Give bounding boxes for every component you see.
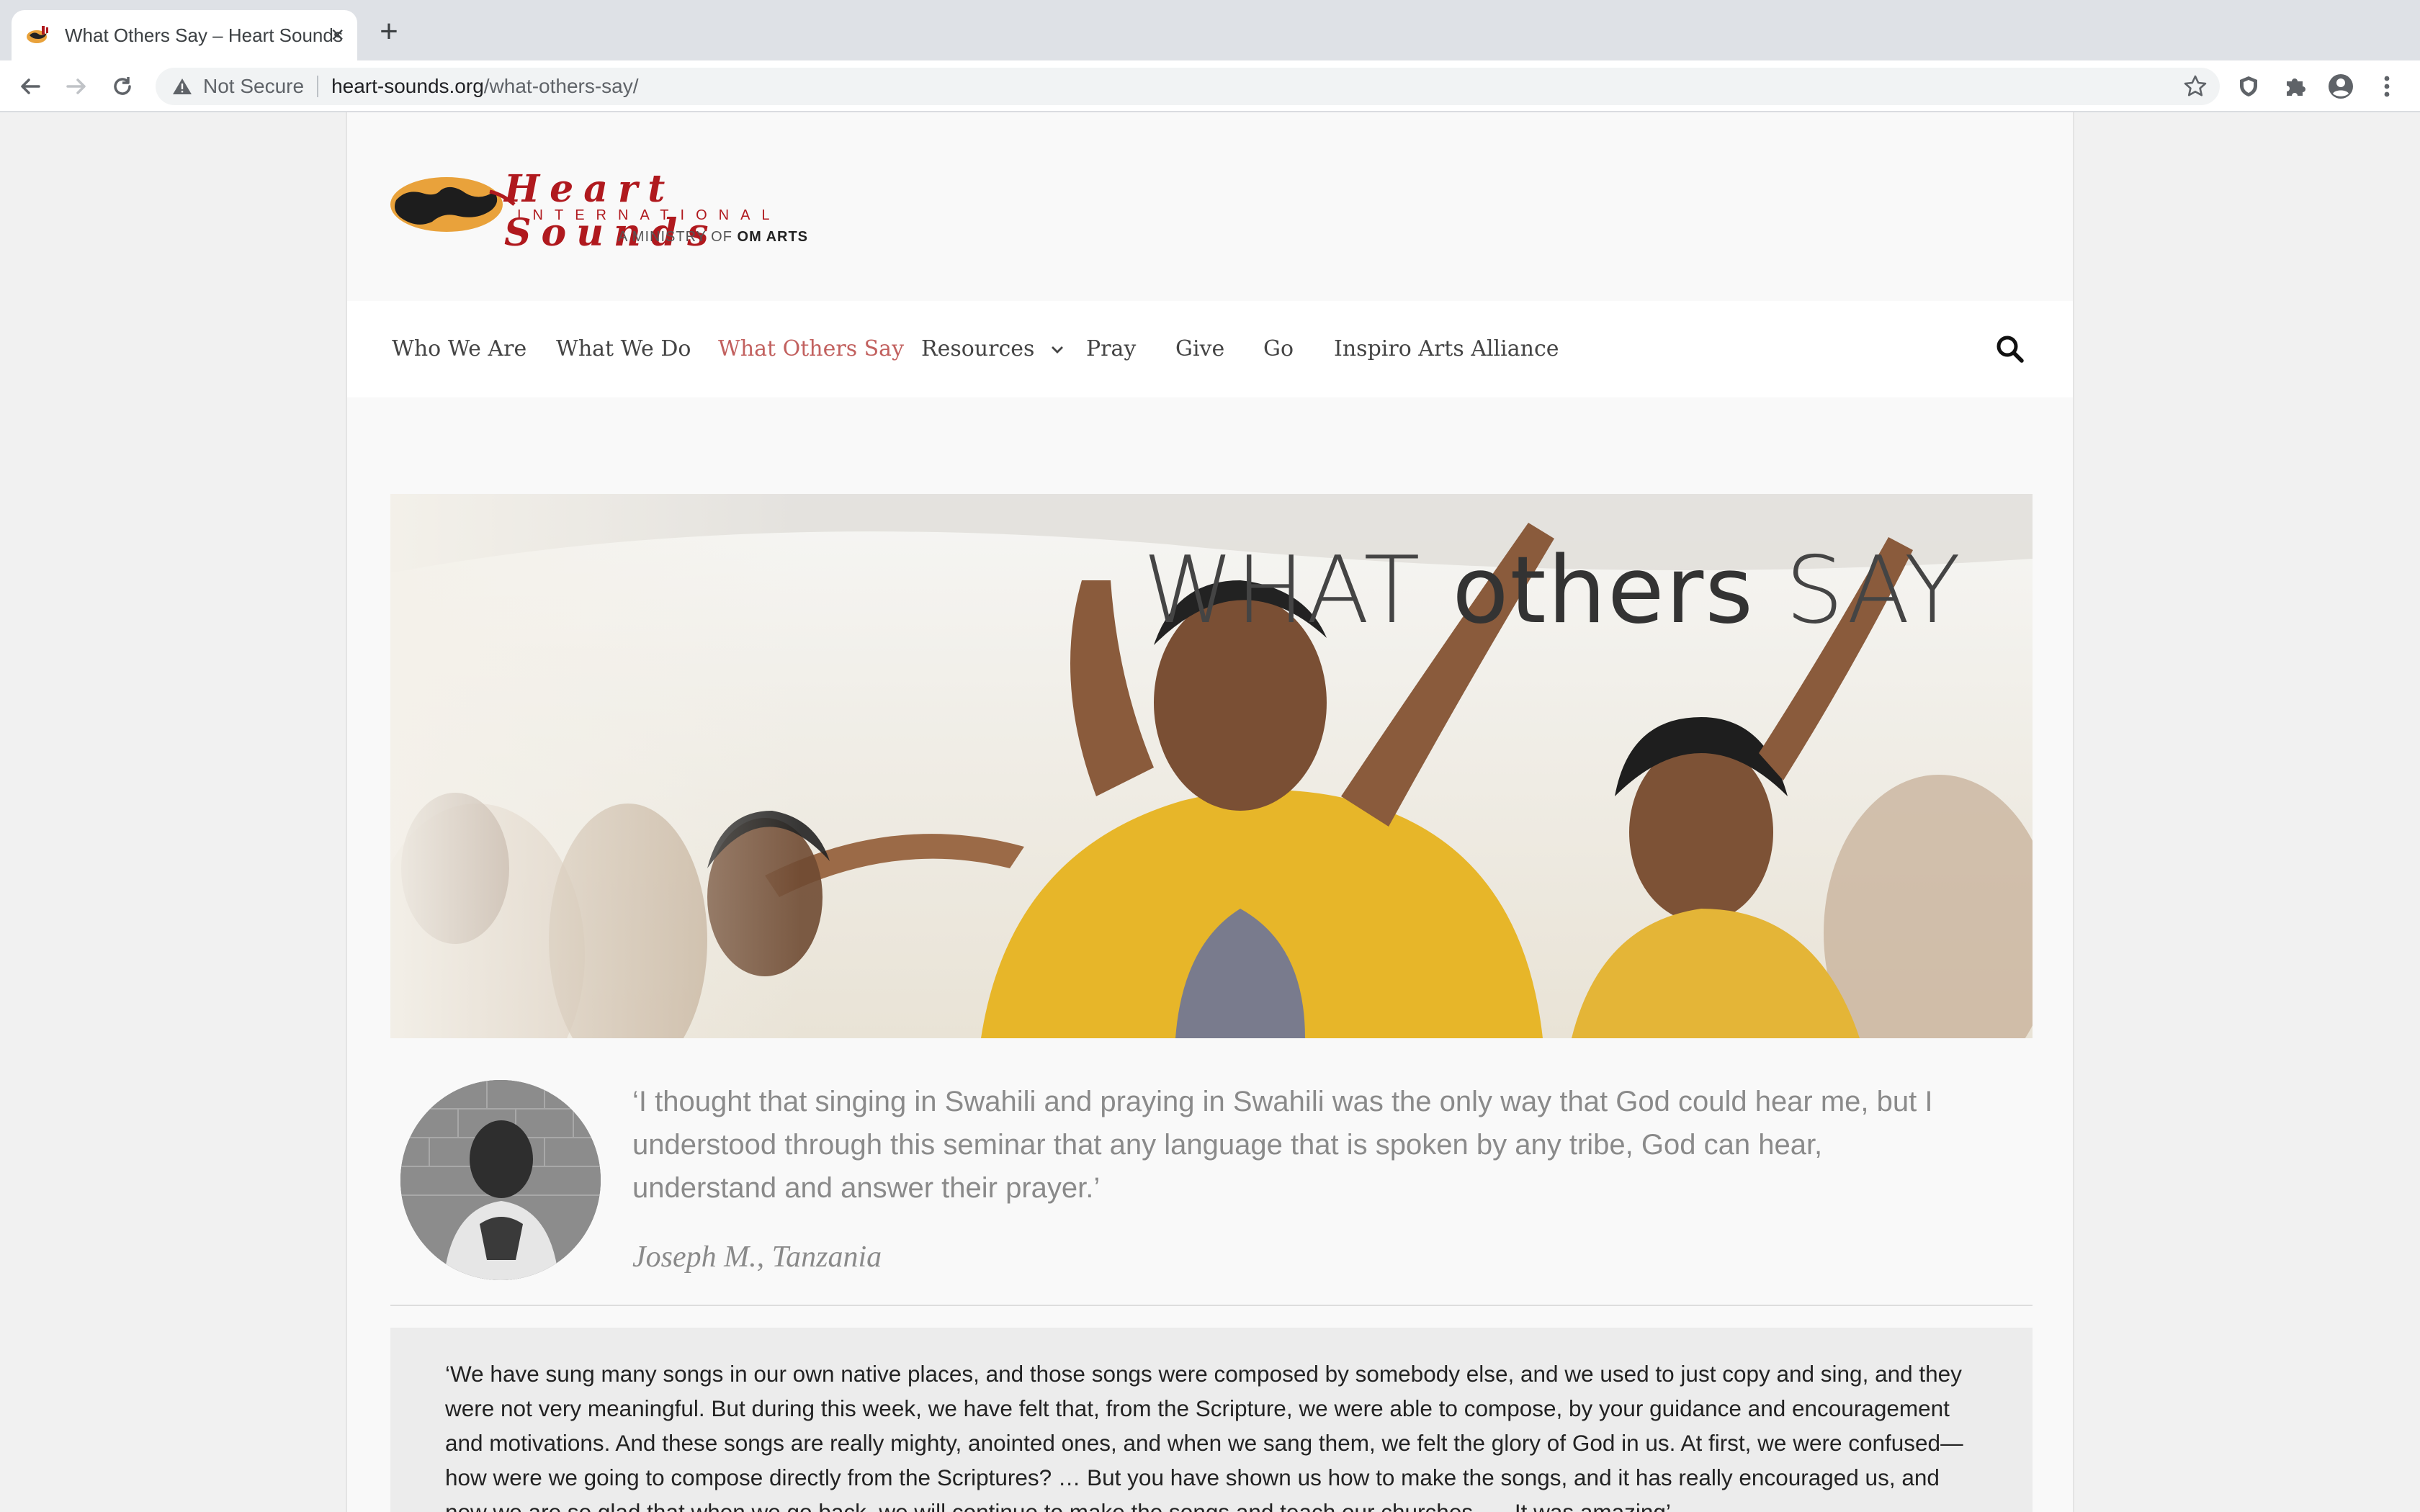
nav-item-what-others-say[interactable]: What Others Say — [718, 301, 904, 397]
search-icon[interactable] — [1995, 334, 2025, 364]
logo-ministry-prefix: A MINISTRY OF — [618, 229, 732, 245]
back-arrow-icon[interactable] — [14, 71, 46, 102]
hero-title-what: WHAT — [1142, 537, 1422, 644]
site-logo[interactable]: Heart Sounds INTERNATIONAL A MINISTRY OF… — [389, 167, 821, 255]
tab-title: What Others Say – Heart Sounds Internati… — [65, 24, 343, 46]
omnibox-separator — [317, 76, 319, 97]
hero-title: WHAT others SAY — [1143, 537, 1962, 644]
bookmark-star-icon[interactable] — [2182, 73, 2208, 99]
site-favicon-icon — [26, 23, 50, 48]
nav-item-pray[interactable]: Pray — [1086, 301, 1136, 397]
portrait-photo — [400, 1080, 601, 1280]
browser-tab-strip: What Others Say – Heart Sounds Internati… — [0, 0, 2420, 60]
forward-arrow-icon[interactable] — [60, 71, 92, 102]
warning-icon[interactable] — [171, 76, 193, 97]
testimonial-author: Joseph M., Tanzania — [632, 1241, 882, 1274]
logo-ministry-line: A MINISTRY OF OM ARTS — [618, 229, 808, 246]
nav-item-who-we-are[interactable]: Who We Are — [392, 301, 526, 397]
chevron-down-icon — [1051, 346, 1063, 354]
security-status-label[interactable]: Not Secure — [203, 75, 304, 98]
url-host: heart-sounds.org — [331, 75, 484, 97]
shield-extension-icon[interactable] — [2234, 72, 2263, 101]
logo-ministry-name: OM ARTS — [737, 229, 809, 245]
nav-item-give[interactable]: Give — [1175, 301, 1224, 397]
browser-tab[interactable]: What Others Say – Heart Sounds Internati… — [12, 10, 357, 60]
nav-item-resources-label: Resources — [921, 336, 1035, 361]
browser-toolbar: Not Secure heart-sounds.org/what-others-… — [0, 60, 2420, 112]
logo-subtitle: INTERNATIONAL — [517, 207, 781, 223]
nav-item-inspiro-arts-alliance[interactable]: Inspiro Arts Alliance — [1334, 301, 1559, 397]
close-tab-icon[interactable]: × — [331, 20, 344, 49]
blockquote-text: ‘We have sung many songs in our own nati… — [445, 1361, 1963, 1512]
address-bar[interactable]: Not Secure heart-sounds.org/what-others-… — [156, 68, 2220, 105]
url-path: /what-others-say/ — [483, 75, 639, 97]
hero-title-say: SAY — [1785, 537, 1962, 644]
hero-title-others: others — [1452, 537, 1754, 644]
blockquote: ‘We have sung many songs in our own nati… — [390, 1328, 2033, 1512]
testimonial-quote: ‘I thought that singing in Swahili and p… — [632, 1086, 1933, 1204]
profile-avatar-icon[interactable] — [2326, 72, 2355, 101]
reload-icon[interactable] — [107, 71, 138, 102]
nav-item-go[interactable]: Go — [1263, 301, 1294, 397]
puzzle-extensions-icon[interactable] — [2280, 72, 2309, 101]
globe-logo-icon — [390, 177, 516, 232]
new-tab-icon[interactable]: + — [375, 16, 403, 48]
nav-item-what-we-do[interactable]: What We Do — [556, 301, 691, 397]
hero-banner: WHAT others SAY — [390, 494, 2033, 1038]
more-menu-icon[interactable] — [2372, 72, 2401, 101]
section-divider — [390, 1305, 2033, 1306]
page-container: Heart Sounds INTERNATIONAL A MINISTRY OF… — [346, 112, 2074, 1512]
nav-item-resources[interactable]: Resources — [921, 301, 1065, 397]
avatar — [400, 1080, 601, 1280]
main-navigation: Who We Are What We Do What Others Say Re… — [347, 301, 2073, 397]
